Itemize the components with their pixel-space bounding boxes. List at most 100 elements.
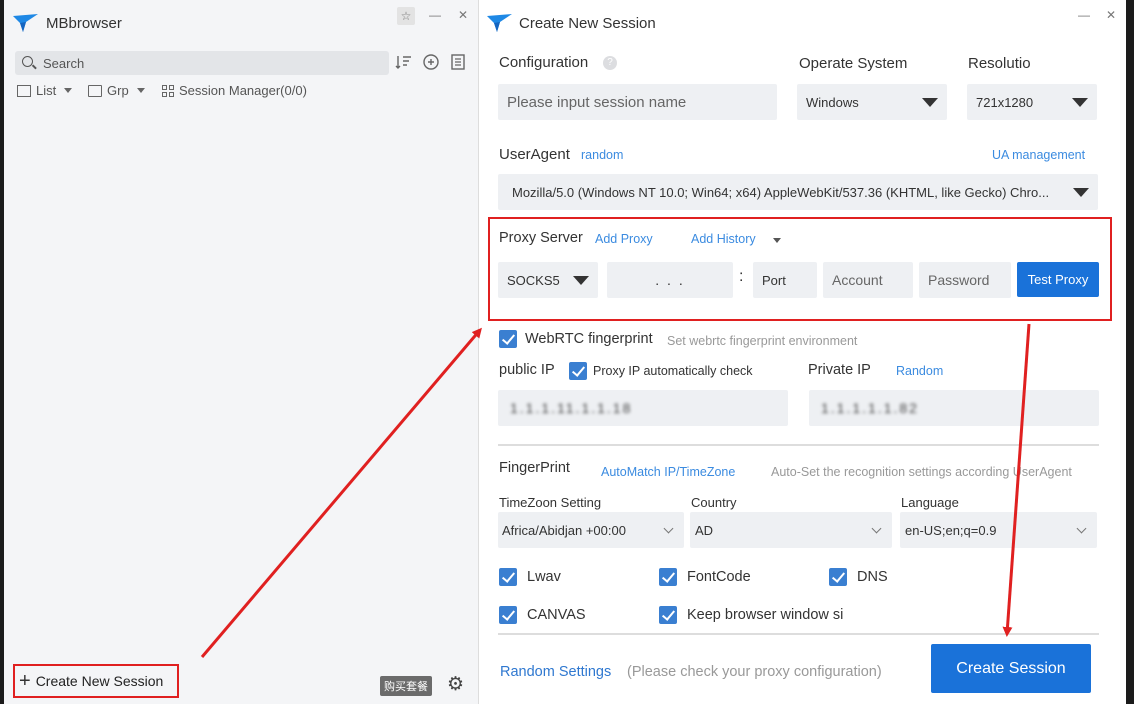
- operate-system-value: Windows: [806, 94, 859, 110]
- grid-icon: [162, 84, 174, 97]
- create-session-button[interactable]: Create Session: [931, 644, 1091, 693]
- dropdown-arrow-icon: [573, 276, 589, 285]
- lwav-checkbox[interactable]: [499, 568, 517, 586]
- ua-random-link[interactable]: random: [581, 148, 623, 162]
- operate-system-label: Operate System: [799, 55, 908, 72]
- gear-icon[interactable]: ⚙: [447, 675, 464, 694]
- dropdown-arrow-icon: [1073, 188, 1089, 197]
- search-icon: [22, 56, 33, 67]
- chevron-down-icon[interactable]: [773, 238, 781, 243]
- mbbrowser-logo-icon: [13, 14, 38, 32]
- list-icon: [17, 84, 31, 97]
- dns-checkbox[interactable]: [829, 568, 847, 586]
- search-input[interactable]: [43, 54, 373, 72]
- dialog-title: Create New Session: [519, 15, 656, 32]
- plus-icon: +: [19, 670, 31, 692]
- public-ip-field[interactable]: 1.1.1.11.1.1.18: [498, 390, 788, 426]
- canvas-label: CANVAS: [527, 607, 586, 623]
- webrtc-hint: Set webrtc fingerprint environment: [667, 334, 858, 348]
- chevron-down-icon: [871, 523, 882, 534]
- test-proxy-button[interactable]: Test Proxy: [1017, 262, 1099, 297]
- create-session-dialog: Create New Session — ✕ Configuration ? O…: [478, 0, 1126, 704]
- language-label: Language: [901, 495, 959, 510]
- fontcode-checkbox[interactable]: [659, 568, 677, 586]
- close-icon[interactable]: ✕: [454, 6, 472, 24]
- country-value: AD: [695, 522, 714, 538]
- operate-system-select[interactable]: Windows: [797, 84, 947, 120]
- list-view-toggle[interactable]: List: [17, 83, 73, 98]
- proxy-type-value: SOCKS5: [507, 272, 560, 288]
- group-label: Grp: [107, 83, 129, 98]
- session-manager-label: Session Manager(0/0): [179, 83, 307, 98]
- app-title: MBbrowser: [46, 15, 122, 32]
- proxy-ip-check-label: Proxy IP automatically check: [593, 364, 753, 378]
- fontcode-label: FontCode: [687, 569, 751, 585]
- public-ip-value: 1.1.1.11.1.1.18: [510, 400, 633, 416]
- private-ip-value: 1.1.1.1.1.82: [821, 400, 919, 416]
- timezone-label: TimeZoon Setting: [499, 495, 602, 510]
- autoset-hint: Auto-Set the recognition settings accord…: [771, 465, 1072, 479]
- proxy-type-select[interactable]: SOCKS5: [498, 262, 598, 298]
- proxy-ip-check-checkbox[interactable]: [569, 362, 587, 380]
- proxy-ip-input[interactable]: . . .: [607, 262, 733, 298]
- proxy-password-input[interactable]: Password: [919, 262, 1011, 298]
- chevron-down-icon: [663, 523, 674, 534]
- minimize-icon[interactable]: —: [426, 6, 444, 24]
- chevron-down-icon: [1076, 523, 1087, 534]
- create-new-session-label: Create New Session: [35, 673, 164, 689]
- private-ip-field[interactable]: 1.1.1.1.1.82: [809, 390, 1099, 426]
- help-icon[interactable]: ?: [603, 56, 617, 70]
- dns-label: DNS: [857, 569, 888, 585]
- proxy-server-label: Proxy Server: [499, 230, 583, 246]
- random-settings-link[interactable]: Random Settings: [500, 664, 611, 680]
- webrtc-checkbox[interactable]: [499, 330, 517, 348]
- port-separator: :: [739, 268, 744, 285]
- private-ip-label: Private IP: [808, 362, 871, 378]
- resolution-select[interactable]: 721x1280: [967, 84, 1097, 120]
- group-dropdown[interactable]: Grp: [88, 83, 145, 98]
- timezone-value: Africa/Abidjan +00:00: [502, 522, 626, 538]
- session-name-input[interactable]: Please input session name: [498, 84, 777, 120]
- search-field[interactable]: [15, 51, 389, 75]
- proxy-account-input[interactable]: Account: [823, 262, 913, 298]
- chevron-down-icon: [64, 88, 73, 93]
- footer-divider: [498, 633, 1099, 635]
- mbbrowser-main-window: MBbrowser ☆ — ✕ List Grp Session Manager…: [4, 0, 478, 704]
- section-divider: [498, 444, 1099, 446]
- ua-management-link[interactable]: UA management: [992, 148, 1085, 162]
- chevron-down-icon: [136, 88, 145, 93]
- timezone-select[interactable]: Africa/Abidjan +00:00: [498, 512, 684, 548]
- sync-icon[interactable]: [422, 53, 440, 71]
- mbbrowser-logo-icon: [487, 14, 512, 32]
- private-ip-random-link[interactable]: Random: [896, 364, 943, 378]
- language-value: en-US;en;q=0.9: [905, 522, 997, 538]
- lwav-label: Lwav: [527, 569, 561, 585]
- add-history-link[interactable]: Add History: [691, 232, 756, 246]
- webrtc-label: WebRTC fingerprint: [525, 331, 653, 347]
- session-manager-link[interactable]: Session Manager(0/0): [162, 83, 307, 98]
- automatch-link[interactable]: AutoMatch IP/TimeZone: [601, 465, 735, 479]
- configuration-label: Configuration: [499, 54, 589, 71]
- list-label: List: [36, 83, 57, 98]
- buy-package-badge[interactable]: 购买套餐: [380, 676, 432, 696]
- language-select[interactable]: en-US;en;q=0.9: [900, 512, 1097, 548]
- minimize-icon[interactable]: —: [1075, 6, 1093, 24]
- country-select[interactable]: AD: [690, 512, 892, 548]
- useragent-select[interactable]: Mozilla/5.0 (Windows NT 10.0; Win64; x64…: [498, 174, 1098, 210]
- folder-icon: [88, 84, 102, 97]
- pin-icon[interactable]: ☆: [397, 7, 415, 25]
- useragent-label: UserAgent: [499, 146, 570, 163]
- create-new-session-link[interactable]: + Create New Session: [13, 664, 179, 698]
- resolution-label: Resolutio: [968, 55, 1031, 72]
- fingerprint-label: FingerPrint: [499, 460, 570, 476]
- keep-window-checkbox[interactable]: [659, 606, 677, 624]
- add-proxy-link[interactable]: Add Proxy: [595, 232, 653, 246]
- sort-icon[interactable]: [395, 53, 413, 71]
- proxy-port-input[interactable]: Port: [753, 262, 817, 298]
- close-icon[interactable]: ✕: [1102, 6, 1120, 24]
- notes-icon[interactable]: [449, 53, 467, 71]
- canvas-checkbox[interactable]: [499, 606, 517, 624]
- resolution-value: 721x1280: [976, 94, 1034, 110]
- dropdown-arrow-icon: [922, 98, 938, 107]
- keep-window-label: Keep browser window si: [687, 607, 844, 623]
